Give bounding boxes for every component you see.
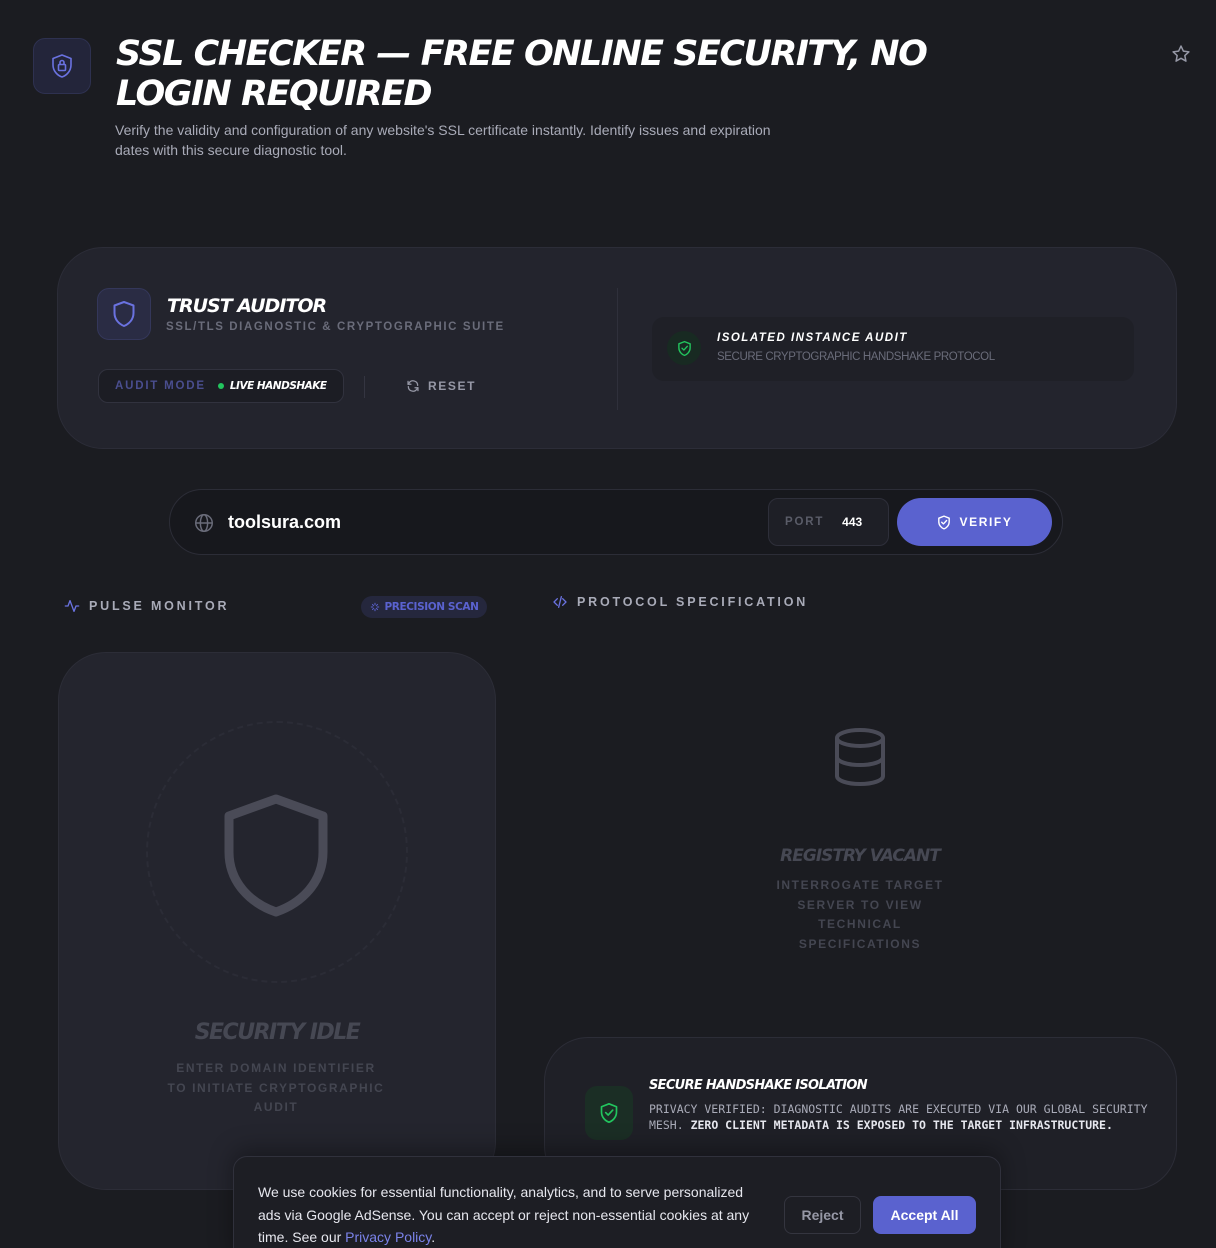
page-title: SSL CHECKER — FREE ONLINE SECURITY, NO L…: [116, 34, 928, 114]
scan-icon: [370, 602, 379, 612]
pulse-monitor-text: PULSE MONITOR: [89, 599, 230, 613]
divider: [364, 376, 365, 398]
protocol-spec-label: PROTOCOL SPECIFICATION: [552, 594, 808, 610]
ssl-checker-page: SSL CHECKER — FREE ONLINE SECURITY, NO L…: [0, 0, 1216, 1248]
divider: [617, 288, 618, 410]
star-icon: [1172, 45, 1190, 62]
verify-label: VERIFY: [959, 515, 1013, 529]
lock-shield-icon: [33, 38, 91, 94]
port-label: PORT: [785, 516, 825, 528]
registry-vacant-title: REGISTRY VACANT: [780, 846, 941, 866]
verify-button[interactable]: VERIFY: [897, 498, 1052, 546]
cookie-text: We use cookies for essential functionali…: [258, 1181, 768, 1248]
security-idle-title: SECURITY IDLE: [194, 1020, 361, 1045]
auditor-title: TRUST AUDITOR: [167, 295, 327, 317]
page-description: Verify the validity and configuration of…: [115, 122, 771, 158]
code-icon: [553, 596, 567, 608]
privacy-policy-link[interactable]: Privacy Policy: [345, 1229, 431, 1245]
isolated-instance-panel: [652, 317, 1134, 381]
pulse-monitor-label: PULSE MONITOR: [64, 598, 229, 614]
isolation-text-bold: ZERO CLIENT METADATA IS EXPOSED TO THE T…: [690, 1118, 1113, 1132]
isolation-text: PRIVACY VERIFIED: DIAGNOSTIC AUDITS ARE …: [649, 1101, 1149, 1133]
registry-vacant-subtitle: INTERROGATE TARGET SERVER TO VIEW TECHNI…: [776, 878, 944, 951]
audit-mode-toggle[interactable]: AUDIT MODE LIVE HANDSHAKE: [98, 369, 344, 403]
database-icon: [835, 728, 885, 787]
favorite-button[interactable]: [1168, 41, 1194, 67]
protocol-spec-text: PROTOCOL SPECIFICATION: [577, 595, 809, 609]
cookie-message: We use cookies for essential functionali…: [258, 1184, 750, 1245]
isolation-title: SECURE HANDSHAKE ISOLATION: [649, 1078, 868, 1093]
live-status-dot: [217, 383, 224, 389]
shield-icon: [224, 794, 328, 917]
activity-icon: [64, 600, 80, 612]
isolated-title: ISOLATED INSTANCE AUDIT: [717, 332, 908, 344]
cookie-period: .: [431, 1229, 436, 1245]
security-idle-subtitle: ENTER DOMAIN IDENTIFIER TO INITIATE CRYP…: [167, 1061, 385, 1114]
shield-icon: [97, 288, 151, 340]
accept-all-cookies-button[interactable]: Accept All: [873, 1196, 976, 1234]
precision-scan-badge: PRECISION SCAN: [361, 596, 487, 618]
reset-label: RESET: [428, 379, 477, 393]
shield-check-icon: [937, 514, 950, 530]
shield-check-icon: [585, 1086, 633, 1140]
globe-icon: [195, 514, 213, 532]
port-value: 443: [842, 515, 863, 529]
precision-scan-text: PRECISION SCAN: [384, 601, 479, 613]
domain-input[interactable]: [228, 506, 748, 538]
refresh-icon: [407, 380, 419, 392]
reset-button[interactable]: RESET: [406, 375, 476, 397]
audit-mode-label: AUDIT MODE: [115, 380, 206, 392]
reject-cookies-button[interactable]: Reject: [784, 1196, 861, 1234]
isolated-subtitle: SECURE CRYPTOGRAPHIC HANDSHAKE PROTOCOL: [717, 351, 995, 363]
port-field[interactable]: PORT 443: [768, 498, 889, 546]
auditor-subtitle: SSL/TLS DIAGNOSTIC & CRYPTOGRAPHIC SUITE: [166, 321, 505, 333]
audit-mode-value: LIVE HANDSHAKE: [229, 380, 327, 392]
shield-check-icon: [667, 331, 701, 365]
